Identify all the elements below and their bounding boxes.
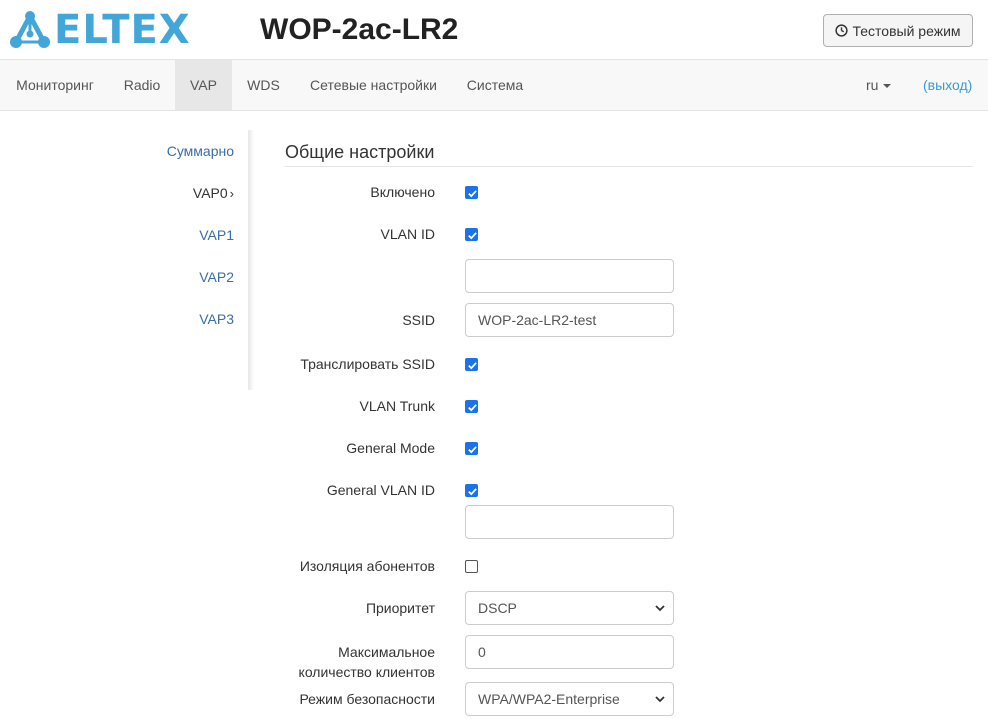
broadcast-ssid-checkbox[interactable] xyxy=(465,358,478,371)
general-vlan-id-label: General VLAN ID xyxy=(326,482,435,498)
ssid-input[interactable]: WOP-2ac-LR2-test xyxy=(465,303,674,337)
priority-value: DSCP xyxy=(478,600,517,616)
enabled-checkbox[interactable] xyxy=(465,186,478,199)
vap-sidebar: Суммарно VAP0 › VAP1 VAP2 VAP3 xyxy=(0,130,250,390)
caret-down-icon xyxy=(883,84,892,89)
test-mode-label: Тестовый режим xyxy=(852,22,961,39)
check-icon xyxy=(468,488,477,496)
check-icon xyxy=(468,190,477,198)
sidebar-item-vap2[interactable]: VAP2 xyxy=(199,269,234,285)
check-icon xyxy=(468,404,477,412)
max-clients-label: Максимальное количество клиентов xyxy=(299,642,435,682)
vlan-id-input[interactable] xyxy=(465,259,674,293)
logo-network-icon xyxy=(10,11,50,48)
logo-text: ELTEX xyxy=(54,7,191,53)
language-dropdown[interactable]: ru xyxy=(866,60,892,110)
nav-vap[interactable]: VAP xyxy=(175,60,232,110)
general-mode-checkbox[interactable] xyxy=(465,442,478,455)
eltex-logo: ELTEX xyxy=(8,8,191,52)
vlan-id-checkbox[interactable] xyxy=(465,228,478,241)
broadcast-ssid-label: Транслировать SSID xyxy=(300,356,435,372)
nav-monitoring[interactable]: Мониторинг xyxy=(0,60,110,110)
language-label: ru xyxy=(866,77,879,93)
security-mode-select[interactable]: WPA/WPA2-Enterprise xyxy=(465,682,674,716)
check-icon xyxy=(468,446,477,454)
chevron-down-icon xyxy=(655,696,665,703)
chevron-down-icon xyxy=(655,605,665,612)
nav-wds[interactable]: WDS xyxy=(232,60,295,110)
section-title: Общие настройки xyxy=(285,142,435,162)
device-title: WOP-2ac-LR2 xyxy=(260,13,459,46)
max-clients-input[interactable]: 0 xyxy=(465,635,674,669)
priority-label: Приоритет xyxy=(365,600,435,616)
nav-radio[interactable]: Radio xyxy=(110,60,174,110)
nav-network-settings[interactable]: Сетевые настройки xyxy=(295,60,452,110)
general-mode-label: General Mode xyxy=(346,440,435,456)
nav-system[interactable]: Система xyxy=(452,60,538,110)
client-isolation-label: Изоляция абонентов xyxy=(299,558,435,574)
check-icon xyxy=(468,232,477,240)
vlan-trunk-checkbox[interactable] xyxy=(465,400,478,413)
enabled-label: Включено xyxy=(370,184,435,200)
sidebar-item-summary[interactable]: Суммарно xyxy=(167,143,234,159)
general-vlan-id-checkbox[interactable] xyxy=(465,484,478,497)
client-isolation-checkbox[interactable] xyxy=(465,560,478,573)
clock-icon xyxy=(835,24,849,37)
logout-link[interactable]: (выход) xyxy=(923,60,972,110)
security-mode-label: Режим безопасности xyxy=(299,691,435,707)
max-clients-label-line2: количество клиентов xyxy=(298,664,435,680)
sidebar-item-vap3[interactable]: VAP3 xyxy=(199,311,234,327)
vlan-id-label: VLAN ID xyxy=(380,226,435,242)
sidebar-item-label: VAP0 xyxy=(192,185,228,201)
security-mode-value: WPA/WPA2-Enterprise xyxy=(478,691,620,707)
sidebar-item-vap0[interactable]: VAP0 › xyxy=(193,185,234,201)
chevron-right-icon: › xyxy=(229,186,234,201)
ssid-label: SSID xyxy=(402,312,435,328)
sidebar-item-vap1[interactable]: VAP1 xyxy=(199,227,234,243)
section-divider xyxy=(285,166,973,167)
general-vlan-id-input[interactable] xyxy=(465,505,674,539)
test-mode-button[interactable]: Тестовый режим xyxy=(823,14,973,47)
check-icon xyxy=(468,362,477,370)
vlan-trunk-label: VLAN Trunk xyxy=(359,398,435,414)
priority-select[interactable]: DSCP xyxy=(465,591,674,625)
max-clients-label-line1: Максимальное xyxy=(338,644,435,660)
header: ELTEX WOP-2ac-LR2 Тестовый режим xyxy=(0,0,988,60)
sidebar-divider xyxy=(248,130,254,390)
main-navbar: Мониторинг Radio VAP WDS Сетевые настрой… xyxy=(0,59,988,111)
